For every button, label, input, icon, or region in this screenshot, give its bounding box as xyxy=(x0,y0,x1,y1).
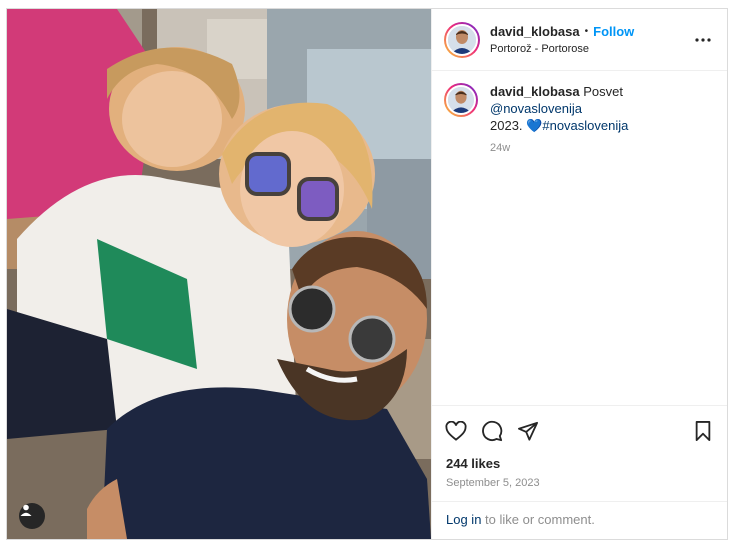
caption: david_klobasa Posvet @novaslovenija 2023… xyxy=(432,71,727,157)
bookmark-icon[interactable] xyxy=(691,419,715,443)
login-link[interactable]: Log in xyxy=(446,512,481,527)
likes-count[interactable]: 244 likes xyxy=(432,452,727,471)
username-link[interactable]: david_klobasa xyxy=(490,24,580,39)
caption-text: david_klobasa Posvet @novaslovenija 2023… xyxy=(490,83,715,134)
post-photo[interactable] xyxy=(7,9,431,539)
share-icon[interactable] xyxy=(516,419,540,443)
post-header: david_klobasa • Follow Portorož - Portor… xyxy=(432,9,727,71)
avatar[interactable] xyxy=(446,23,478,56)
blue-heart-emoji: 💙 xyxy=(526,118,543,133)
separator-dot: • xyxy=(584,26,589,37)
location-link[interactable]: Portorož - Portorose xyxy=(490,43,691,55)
login-prompt: Log in to like or comment. xyxy=(432,501,727,539)
follow-button[interactable]: Follow xyxy=(593,24,634,39)
post-sidebar: david_klobasa • Follow Portorož - Portor… xyxy=(431,9,727,539)
more-options-icon[interactable] xyxy=(691,28,715,52)
caption-avatar-ring[interactable] xyxy=(444,83,478,117)
action-bar xyxy=(432,406,727,452)
caption-avatar[interactable] xyxy=(446,85,476,115)
selfie-image xyxy=(7,9,431,539)
post-date: September 5, 2023 xyxy=(446,477,540,489)
comment-icon[interactable] xyxy=(480,419,504,443)
actions-area: 244 likes September 5, 2023 Log in to li… xyxy=(432,405,727,539)
caption-username-link[interactable]: david_klobasa xyxy=(490,84,580,99)
caption-text-start: Posvet xyxy=(583,84,623,99)
post-age[interactable]: 24w xyxy=(490,140,715,157)
heart-icon[interactable] xyxy=(444,419,468,443)
user-tag-icon[interactable] xyxy=(19,503,45,529)
hashtag-link[interactable]: #novaslovenija xyxy=(542,118,628,133)
post-card: david_klobasa • Follow Portorož - Portor… xyxy=(6,8,728,540)
mention-link[interactable]: @novaslovenija xyxy=(490,101,582,116)
avatar-story-ring[interactable] xyxy=(444,21,480,58)
caption-year: 2023. xyxy=(490,118,523,133)
login-prompt-text: to like or comment. xyxy=(481,512,595,527)
